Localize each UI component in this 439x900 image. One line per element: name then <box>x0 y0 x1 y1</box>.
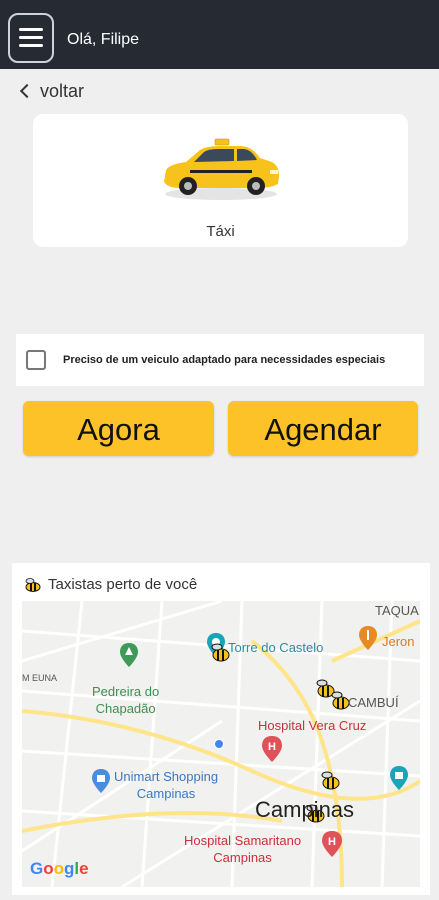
nearby-drivers-card: Taxistas perto de você H H TAQUA Torre d… <box>12 563 430 895</box>
nearby-header: Taxistas perto de você <box>24 576 197 593</box>
adapted-vehicle-option[interactable]: Preciso de um veiculo adaptado para nece… <box>16 334 424 386</box>
greeting-text: Olá, Filipe <box>67 31 140 48</box>
map-label-unimart: Unimart Shopping Campinas <box>114 769 219 801</box>
map-label-jeron: Jeron <box>382 634 415 649</box>
map-label-hospital-samaritano: Hospital Samaritano Campinas <box>184 833 302 865</box>
map-label-torre: Torre do Castelo <box>228 640 324 655</box>
schedule-button[interactable]: Agendar <box>228 401 418 456</box>
driver-marker-icon[interactable] <box>320 771 342 791</box>
vehicle-label: Táxi <box>206 223 235 240</box>
taxi-car-icon <box>164 138 279 200</box>
store-pin-icon <box>390 766 408 790</box>
map-label-edge: M EUNA <box>22 673 58 683</box>
map-label-taquaral: TAQUA <box>375 603 419 618</box>
svg-text:H: H <box>268 741 276 753</box>
map-label-hospital-vera-cruz: Hospital Vera Cruz <box>258 718 367 733</box>
menu-button[interactable] <box>8 13 54 63</box>
hamburger-menu-icon-bar <box>19 36 43 39</box>
shopping-pin-icon <box>92 769 110 793</box>
hamburger-menu-icon <box>19 28 43 31</box>
back-link[interactable]: voltar <box>19 80 85 102</box>
map-label-cambui: CAMBUÍ <box>348 695 399 710</box>
svg-text:H: H <box>328 836 336 848</box>
chevron-left-icon <box>19 83 35 99</box>
hospital-pin-icon: H <box>322 831 342 857</box>
back-label: voltar <box>40 80 85 101</box>
current-location-dot <box>214 739 224 749</box>
hamburger-menu-icon-bar <box>19 44 43 47</box>
park-pin-icon <box>120 643 138 667</box>
bee-icon <box>25 577 41 592</box>
adapted-vehicle-checkbox[interactable] <box>26 350 46 370</box>
vehicle-option-taxi[interactable]: Táxi <box>33 114 408 247</box>
adapted-vehicle-label: Preciso de um veiculo adaptado para nece… <box>63 354 386 366</box>
now-button[interactable]: Agora <box>23 401 214 456</box>
top-app-bar: Olá, Filipe <box>0 0 439 69</box>
restaurant-pin-icon <box>359 626 377 650</box>
google-logo: Google <box>30 859 89 878</box>
map-label-campinas: Campinas <box>255 797 355 822</box>
drivers-map[interactable]: H H TAQUA Torre do Castelo Jeron M EUNA … <box>22 601 420 887</box>
nearby-title: Taxistas perto de você <box>48 576 198 593</box>
map-label-pedreira: Pedreira do Chapadão <box>92 684 160 716</box>
hospital-pin-icon: H <box>262 736 282 762</box>
